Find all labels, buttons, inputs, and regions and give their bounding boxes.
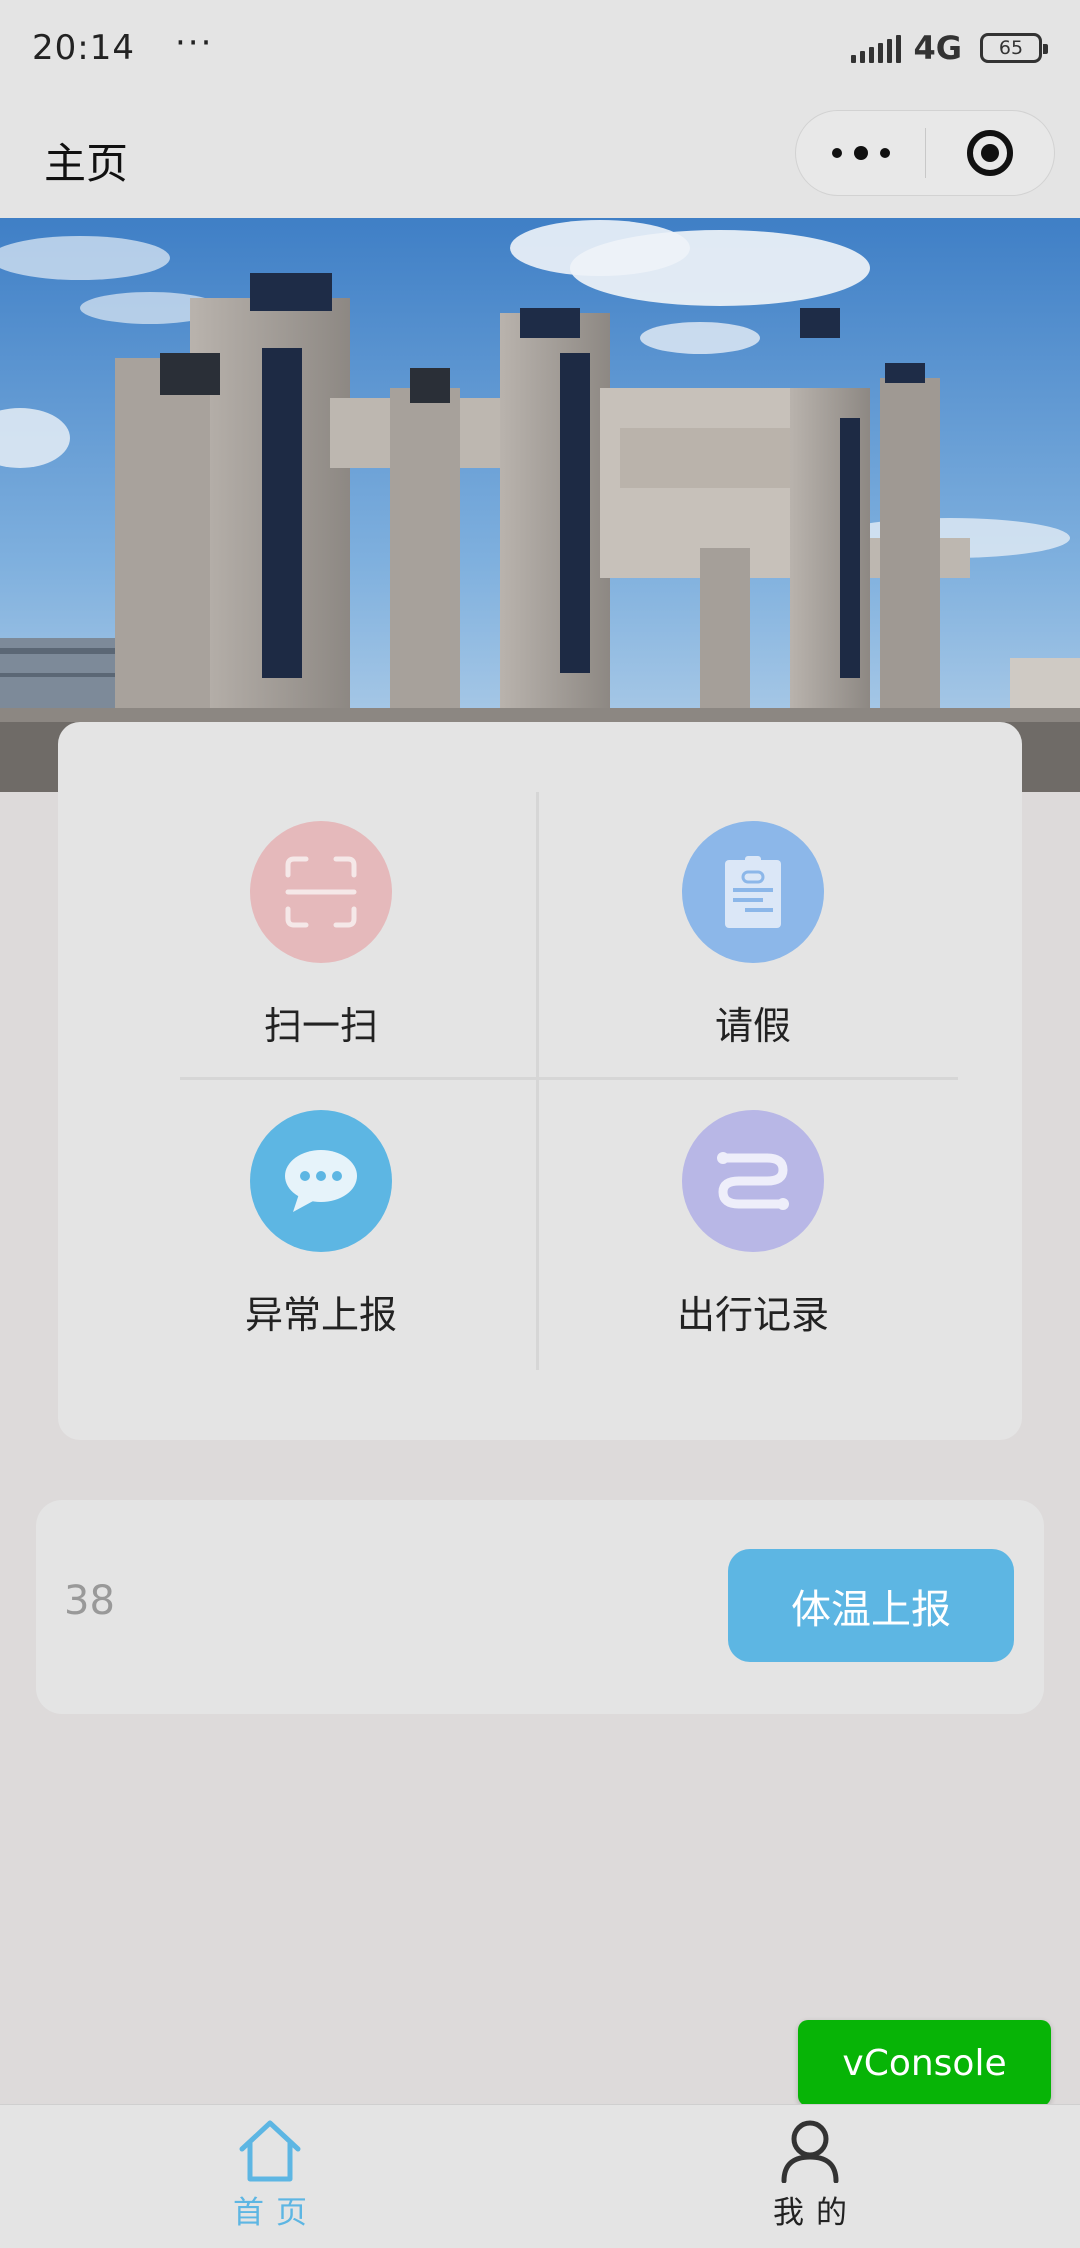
menu-item-travel[interactable]: 出行记录 <box>603 1110 903 1370</box>
vconsole-button[interactable]: vConsole <box>798 2020 1051 2106</box>
temperature-input[interactable]: 38 <box>64 1578 464 1624</box>
home-icon <box>239 2120 301 2182</box>
campus-gate-photo <box>0 218 1080 792</box>
menu-item-leave[interactable]: 请假 <box>603 821 903 1081</box>
temperature-report-button[interactable]: 体温上报 <box>728 1549 1014 1662</box>
battery-level: 65 <box>998 37 1024 59</box>
network-label: 4G <box>913 29 962 67</box>
page-title: 主页 <box>44 139 129 188</box>
tab-mine-label: 我的 <box>773 2195 859 2231</box>
temperature-card: 38 体温上报 <box>36 1500 1044 1714</box>
banner-image <box>0 218 1080 792</box>
menu-label-scan: 扫一扫 <box>263 1004 378 1048</box>
tab-mine[interactable]: 我的 <box>540 2105 1080 2248</box>
menu-label-leave: 请假 <box>714 1004 791 1048</box>
tab-home[interactable]: 首页 <box>0 2105 540 2248</box>
status-right: 4G 65 <box>851 29 1048 67</box>
menu-card: 扫一扫 请假 异常上报 出行记录 <box>58 722 1022 1440</box>
status-left: 20:14 ··· <box>32 23 213 68</box>
more-dots-icon[interactable] <box>796 110 925 196</box>
signal-icon <box>851 33 902 63</box>
leave-note-icon <box>682 821 824 963</box>
menu-label-travel: 出行记录 <box>676 1293 829 1337</box>
scan-icon <box>250 821 392 963</box>
battery-icon: 65 <box>980 33 1048 63</box>
target-icon[interactable] <box>926 110 1054 196</box>
tab-home-label: 首页 <box>233 2195 319 2231</box>
status-bar: 20:14 ··· 4G 65 <box>0 0 1080 96</box>
menu-label-report: 异常上报 <box>244 1293 397 1337</box>
menu-item-scan[interactable]: 扫一扫 <box>171 821 471 1081</box>
status-more-dots: ··· <box>174 23 214 63</box>
menu-divider-vertical <box>536 792 539 1370</box>
route-icon <box>682 1110 824 1252</box>
mini-program-capsule <box>795 110 1055 196</box>
menu-item-report[interactable]: 异常上报 <box>171 1110 471 1370</box>
status-time: 20:14 <box>32 28 135 68</box>
tab-bar: 首页 我的 <box>0 2104 1080 2248</box>
chat-bubble-icon <box>250 1110 392 1252</box>
user-icon <box>781 2120 839 2183</box>
nav-bar: 主页 <box>0 96 1080 218</box>
